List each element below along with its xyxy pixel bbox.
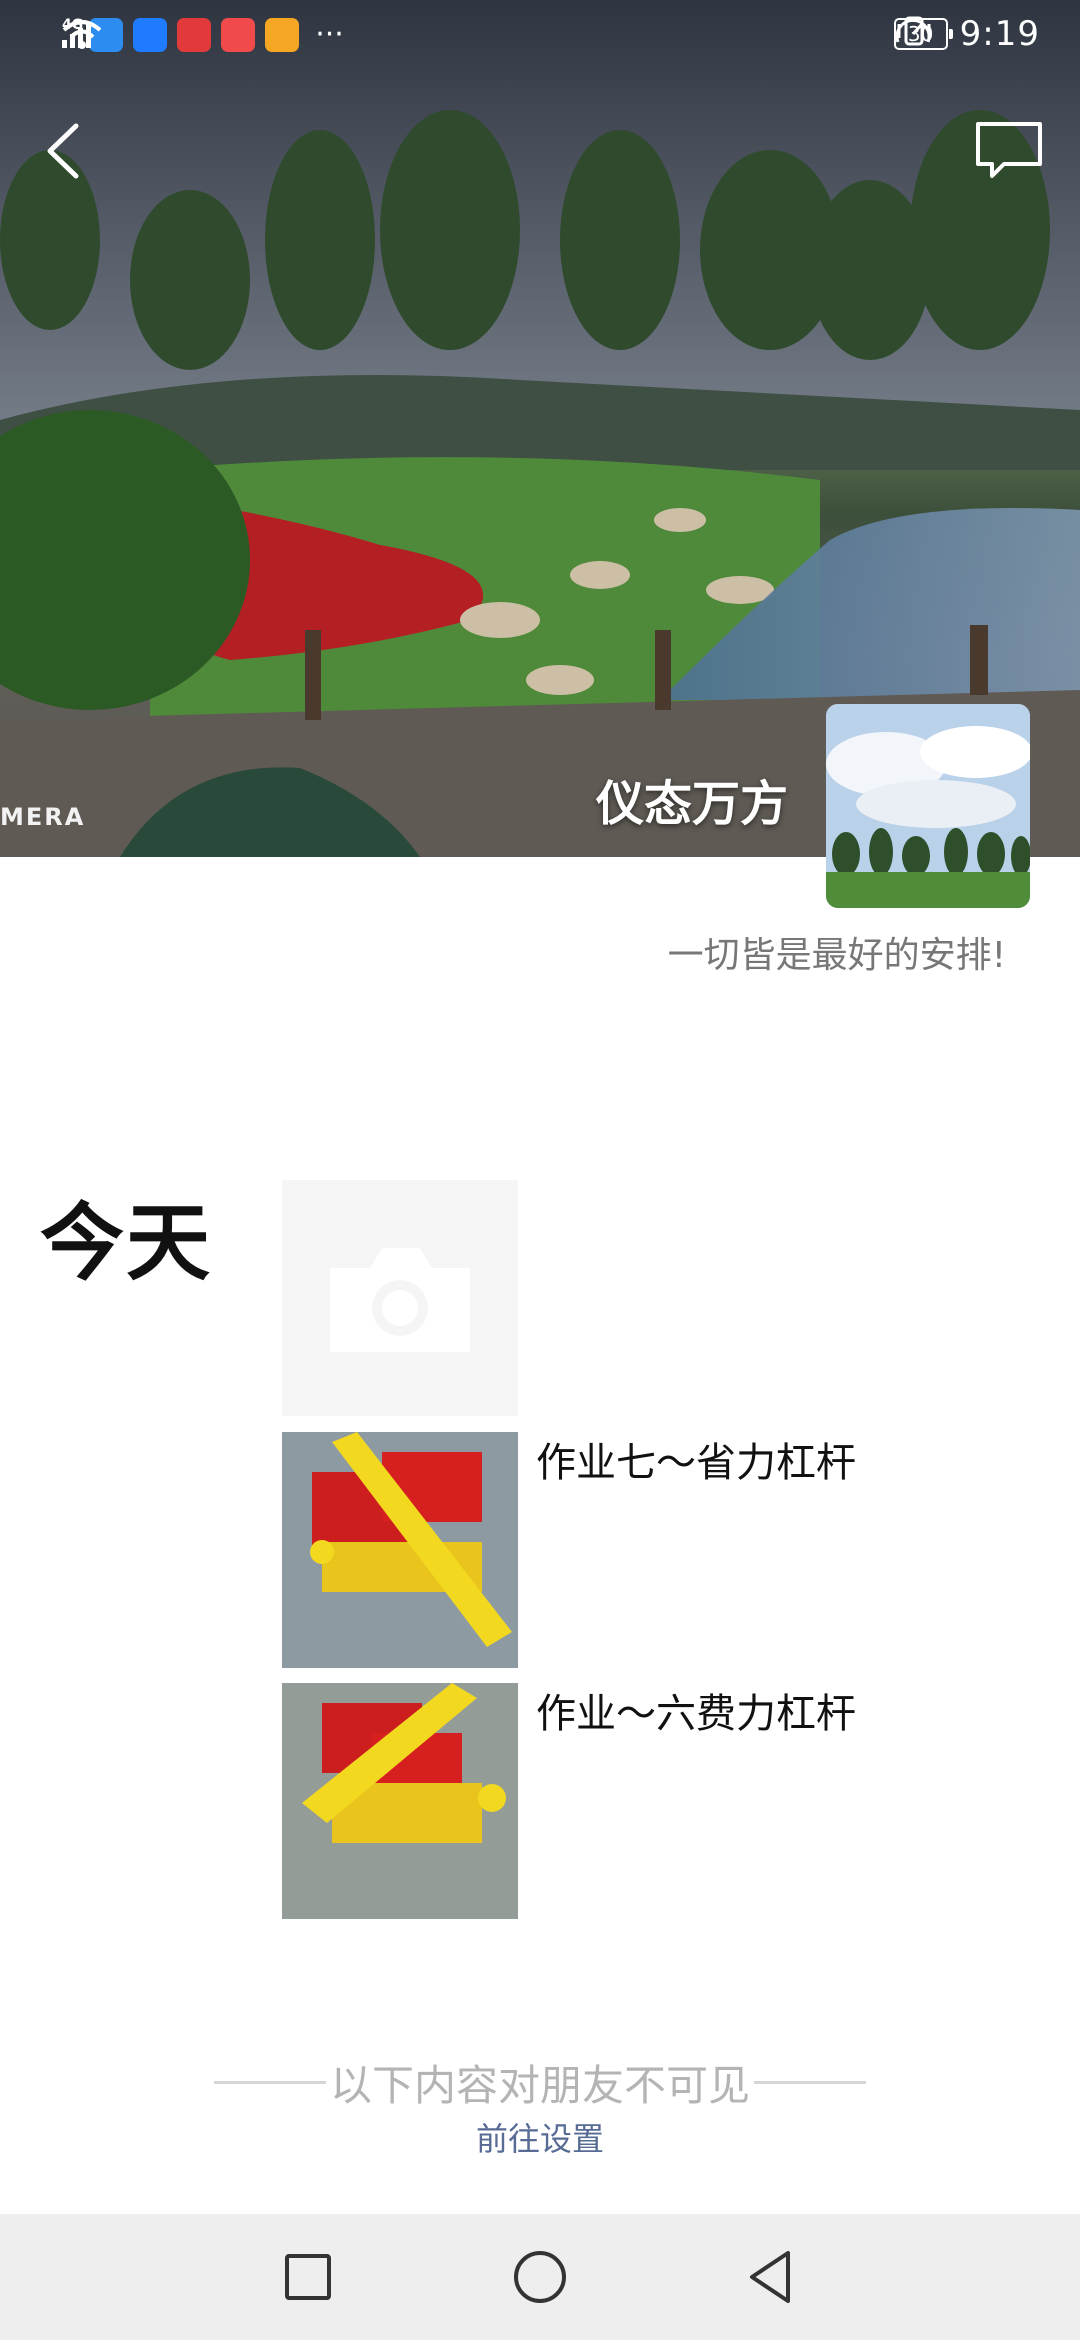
clock: 9:19 <box>959 14 1040 54</box>
back-nav-button[interactable] <box>742 2247 802 2307</box>
home-button[interactable] <box>510 2247 570 2307</box>
hidden-content-notice: 以下内容对朋友不可见 <box>0 2052 1080 2113</box>
post-thumbnail[interactable] <box>282 1683 518 1919</box>
profile-signature: 一切皆是最好的安排! <box>667 935 1006 976</box>
square-icon <box>285 2254 331 2300</box>
tips-app-icon <box>265 18 300 52</box>
lego-lever-photo <box>282 1683 518 1919</box>
camera-watermark: MERA <box>0 803 86 831</box>
profile-nickname[interactable]: 仪态万方 <box>596 764 788 834</box>
smile-app-icon <box>221 18 256 52</box>
avatar-image <box>826 704 1030 908</box>
triangle-back-icon <box>750 2251 790 2303</box>
post-thumbnail[interactable] <box>282 1432 518 1668</box>
recents-button[interactable] <box>278 2247 338 2307</box>
lego-lever-photo <box>282 1432 518 1668</box>
circle-icon <box>514 2251 566 2303</box>
system-navigation-bar <box>0 2214 1080 2340</box>
day-label: 今天 <box>40 1194 213 1292</box>
divider-right <box>754 2081 866 2084</box>
more-notifications: ··· <box>315 17 344 52</box>
post-camera-button[interactable] <box>282 1180 518 1416</box>
messages-button[interactable] <box>974 120 1044 182</box>
camera-icon <box>330 1248 470 1352</box>
back-button[interactable] <box>36 118 92 184</box>
wifi-icon <box>62 20 102 49</box>
divider-left <box>213 2081 326 2084</box>
hidden-content-text: 以下内容对朋友不可见 <box>329 2061 750 2110</box>
avatar[interactable] <box>826 704 1030 908</box>
status-bar: 4G ··· 30 9:19 <box>0 0 1080 72</box>
chevron-left-icon <box>47 123 79 179</box>
post-caption[interactable]: 作业七～省力杠杆 <box>536 1430 856 1488</box>
post-caption[interactable]: 作业～六费力杠杆 <box>536 1681 856 1739</box>
go-to-settings-link[interactable]: 前往设置 <box>0 2114 1080 2160</box>
du-app-icon <box>177 18 212 52</box>
lark-app-icon <box>133 18 168 52</box>
message-icon <box>976 122 1042 178</box>
battery-indicator: 30 <box>893 18 953 50</box>
